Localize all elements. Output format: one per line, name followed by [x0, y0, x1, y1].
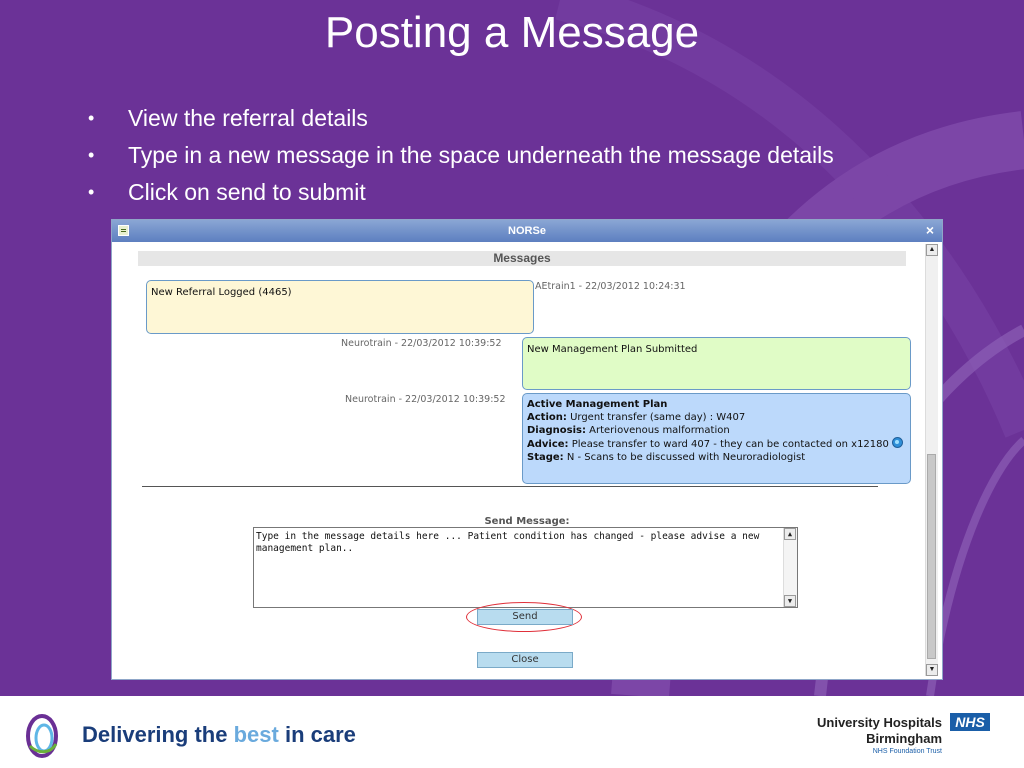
message-input[interactable]: Type in the message details here ... Pat…: [253, 527, 798, 608]
plan-diagnosis: Diagnosis: Arteriovenous malformation: [527, 425, 730, 436]
plan-action: Action: Urgent transfer (same day) : W40…: [527, 412, 746, 423]
send-button[interactable]: Send: [477, 609, 573, 625]
norse-window: NORSe × ▲ ▼ Messages New Referral Logged…: [111, 219, 943, 680]
scroll-down-icon[interactable]: ▼: [926, 664, 938, 676]
message-text: New Referral Logged (4465): [151, 287, 292, 298]
scroll-up-icon[interactable]: ▲: [926, 244, 938, 256]
scroll-down-icon[interactable]: ▼: [784, 595, 796, 607]
divider: [142, 486, 878, 487]
tagline: Delivering the best in care: [82, 722, 356, 747]
message-text: New Management Plan Submitted: [527, 344, 698, 355]
phone-call-icon[interactable]: [892, 437, 904, 448]
slide-title: Posting a Message: [324, 8, 700, 57]
message-bubble: New Referral Logged (4465): [146, 280, 534, 334]
plan-heading: Active Management Plan: [527, 399, 668, 410]
management-plan-bubble: Active Management Plan Action: Urgent tr…: [522, 393, 911, 484]
scroll-thumb[interactable]: [927, 454, 936, 659]
bullet-item: • Click on send to submit: [88, 179, 366, 205]
bullet-item: • Type in a new message in the space unde…: [88, 142, 834, 168]
send-message-label: Send Message:: [484, 516, 570, 527]
organisation-name: University Hospitals Birmingham NHS Foun…: [817, 715, 942, 755]
messages-header: Messages: [138, 251, 906, 266]
close-icon[interactable]: ×: [926, 222, 934, 238]
textarea-scrollbar[interactable]: ▲ ▼: [783, 528, 797, 607]
window-title: NORSe: [508, 225, 546, 237]
window-titlebar[interactable]: NORSe ×: [112, 220, 942, 242]
message-timestamp: AEtrain1 - 22/03/2012 10:24:31: [535, 281, 686, 292]
vertical-scrollbar[interactable]: ▲ ▼: [925, 244, 938, 676]
scroll-up-icon[interactable]: ▲: [784, 528, 796, 540]
nhs-logo: NHS: [950, 713, 990, 731]
bullet-list: • View the referral details • Type in a ne…: [88, 100, 834, 211]
organisation-logo: [26, 714, 58, 758]
plan-stage: Stage: N - Scans to be discussed with Ne…: [527, 452, 806, 463]
footer: Delivering the best in care University H…: [0, 696, 1024, 768]
slide: Posting a Message • View the referral det…: [0, 0, 1024, 696]
message-bubble: New Management Plan Submitted: [522, 337, 911, 390]
close-button[interactable]: Close: [477, 652, 573, 668]
bullet-item: • View the referral details: [88, 105, 368, 131]
message-timestamp: Neurotrain - 22/03/2012 10:39:52: [345, 394, 506, 405]
message-timestamp: Neurotrain - 22/03/2012 10:39:52: [341, 338, 502, 349]
plan-advice: Advice: Please transfer to ward 407 - th…: [527, 437, 906, 451]
